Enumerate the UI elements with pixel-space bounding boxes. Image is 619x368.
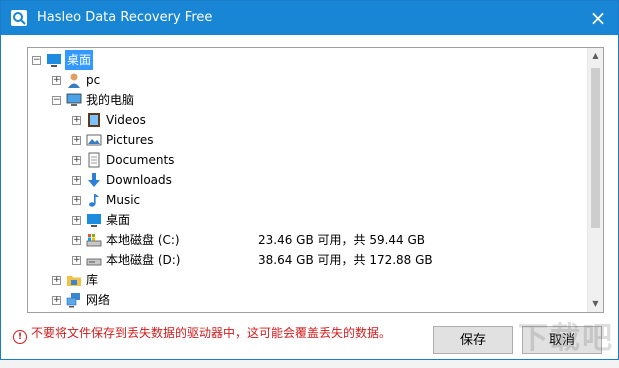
expand-toggle[interactable]: + [72, 136, 81, 145]
tree-item-drive-d[interactable]: + 本地磁盘 (D:) 38.64 GB 可用，共 172.88 GB [72, 250, 492, 270]
expand-toggle[interactable]: + [52, 276, 61, 285]
app-search-icon [11, 10, 27, 26]
tree-item-label: 库 [86, 273, 99, 287]
tree-item-label: 我的电脑 [86, 93, 135, 107]
tree-item-label: 本地磁盘 (D:) [106, 253, 181, 267]
background-window-strip-bottom [0, 360, 619, 368]
collapse-toggle[interactable]: − [32, 56, 41, 65]
expand-toggle[interactable]: + [72, 116, 81, 125]
expand-toggle[interactable]: + [72, 176, 81, 185]
close-button[interactable]: × [578, 1, 618, 35]
tree-item-label: pc [86, 73, 101, 87]
warning-icon: ! [13, 330, 27, 344]
computer-icon [66, 93, 82, 106]
user-icon [68, 73, 80, 88]
tree-item-label: 网络 [86, 293, 111, 307]
music-folder-icon [89, 194, 99, 207]
downloads-folder-icon [88, 173, 100, 187]
library-icon [67, 276, 81, 286]
watermark-logo: 下载吧 [518, 321, 614, 356]
network-icon [66, 293, 80, 308]
scroll-thumb[interactable] [591, 68, 600, 228]
overwrite-warning: ! 不要将文件保存到丢失数据的驱动器中，这可能会覆盖丢失的数据。 [13, 323, 392, 344]
tree-item-label: Downloads [106, 173, 172, 187]
title-bar: Hasleo Data Recovery Free × [1, 1, 618, 35]
tree-item-label: 桌面 [65, 50, 94, 70]
expand-toggle[interactable]: + [72, 216, 81, 225]
expand-toggle[interactable]: + [52, 76, 61, 85]
expand-toggle[interactable]: + [72, 236, 81, 245]
vertical-scrollbar[interactable]: ▲ ▼ [587, 48, 603, 312]
desktop-folder-icon [87, 214, 101, 227]
expand-toggle[interactable]: + [72, 156, 81, 165]
desktop-icon [47, 54, 61, 67]
tree-item-drive-c[interactable]: + 本地磁盘 (C:) 23.46 GB 可用，共 59.44 GB [72, 230, 492, 250]
save-button[interactable]: 保存 [433, 326, 513, 354]
tree-item-label: Videos [106, 113, 146, 127]
scroll-up-arrow[interactable]: ▲ [588, 48, 603, 64]
save-dialog: Hasleo Data Recovery Free × − 桌面 + pc − … [0, 0, 619, 360]
tree-item-label: Documents [106, 153, 175, 167]
drive-capacity: 38.64 GB 可用，共 172.88 GB [258, 253, 433, 267]
tree-item-label: Pictures [106, 133, 154, 147]
tree-item-label: Music [106, 193, 141, 207]
folder-tree[interactable]: − 桌面 + pc − 我的电脑 + Videos + Pictures + D… [27, 47, 604, 313]
expand-toggle[interactable]: + [52, 296, 61, 305]
system-drive-icon [86, 234, 102, 247]
expand-toggle[interactable]: + [72, 196, 81, 205]
warning-text: 不要将文件保存到丢失数据的驱动器中，这可能会覆盖丢失的数据。 [31, 326, 392, 340]
videos-folder-icon [88, 113, 100, 127]
tree-item-label: 本地磁盘 (C:) [106, 233, 180, 247]
collapse-toggle[interactable]: − [52, 96, 61, 105]
expand-toggle[interactable]: + [72, 256, 81, 265]
pictures-folder-icon [86, 134, 102, 146]
window-title: Hasleo Data Recovery Free [37, 10, 213, 25]
documents-folder-icon [88, 152, 100, 168]
scroll-down-arrow[interactable]: ▼ [588, 296, 603, 312]
drive-icon [86, 258, 102, 266]
tree-item-label: 桌面 [106, 213, 131, 227]
drive-capacity: 23.46 GB 可用，共 59.44 GB [258, 233, 426, 247]
